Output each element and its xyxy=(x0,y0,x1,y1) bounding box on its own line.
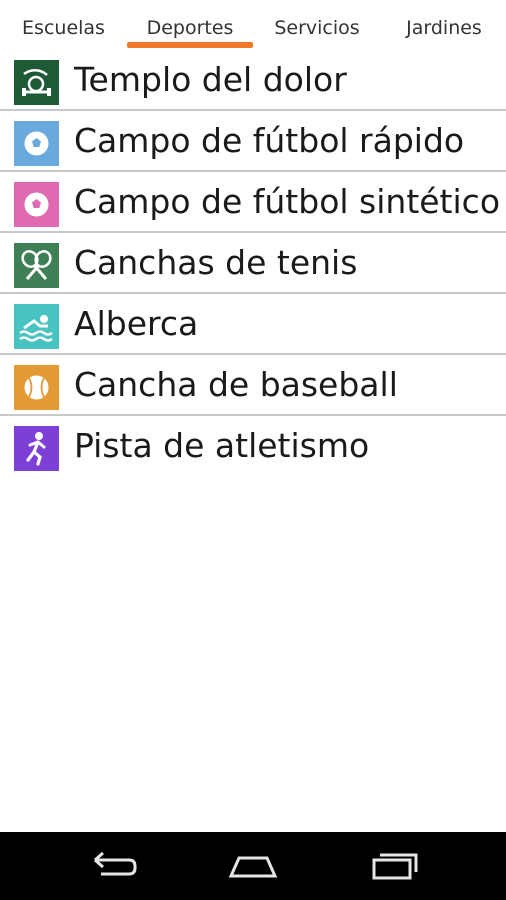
tennis-rackets-icon xyxy=(14,243,59,288)
list-item-label: Templo del dolor xyxy=(74,60,347,99)
tab-label: Deportes xyxy=(146,17,234,39)
list-item-label: Campo de fútbol rápido xyxy=(74,121,465,160)
list-item-canchas-de-tenis[interactable]: Canchas de tenis xyxy=(0,233,506,294)
category-tabs: Escuelas Deportes Servicios Jardines xyxy=(0,0,506,50)
system-navigation-bar xyxy=(0,832,506,900)
active-tab-indicator xyxy=(127,42,253,48)
home-icon[interactable] xyxy=(223,844,283,888)
tab-deportes[interactable]: Deportes xyxy=(127,0,253,50)
list-item-futbol-sintetico[interactable]: Campo de fútbol sintético xyxy=(0,172,506,233)
back-icon[interactable] xyxy=(83,844,143,888)
list-item-cancha-de-baseball[interactable]: Cancha de baseball xyxy=(0,355,506,416)
tab-label: Servicios xyxy=(274,17,360,39)
list-item-templo-del-dolor[interactable]: Templo del dolor xyxy=(0,50,506,111)
list-item-label: Cancha de baseball xyxy=(74,365,398,404)
runner-icon xyxy=(14,426,59,471)
tab-label: Jardines xyxy=(406,17,482,39)
soccer-ball-icon xyxy=(14,182,59,227)
tab-label: Escuelas xyxy=(22,17,105,39)
tab-jardines[interactable]: Jardines xyxy=(392,0,496,50)
tab-servicios[interactable]: Servicios xyxy=(264,0,370,50)
sports-list: Templo del dolor Campo de fútbol rápido … xyxy=(0,50,506,475)
list-item-label: Canchas de tenis xyxy=(74,243,358,282)
list-item-alberca[interactable]: Alberca xyxy=(0,294,506,355)
list-item-pista-de-atletismo[interactable]: Pista de atletismo xyxy=(0,416,506,475)
swimmer-icon xyxy=(14,304,59,349)
baseball-icon xyxy=(14,365,59,410)
tab-escuelas[interactable]: Escuelas xyxy=(6,0,121,50)
soccer-ball-icon xyxy=(14,121,59,166)
recent-apps-icon[interactable] xyxy=(366,844,426,888)
list-item-label: Alberca xyxy=(74,304,199,343)
list-item-label: Campo de fútbol sintético xyxy=(74,182,501,221)
list-item-label: Pista de atletismo xyxy=(74,426,370,465)
list-item-futbol-rapido[interactable]: Campo de fútbol rápido xyxy=(0,111,506,172)
dumbbell-icon xyxy=(14,60,59,105)
